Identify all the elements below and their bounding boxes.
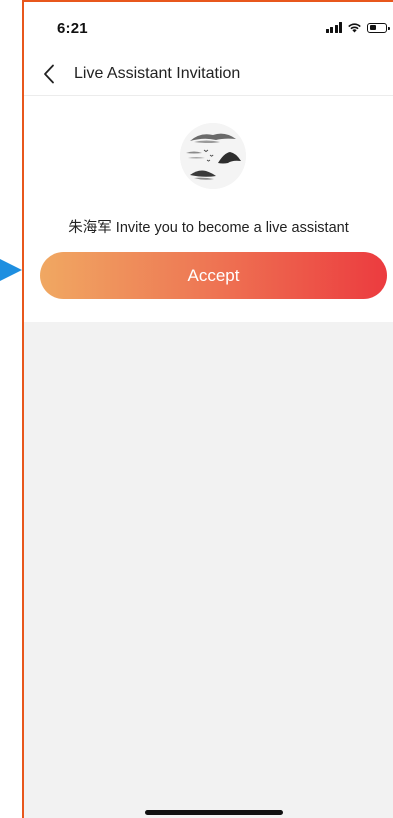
invitation-message: 朱海军 Invite you to become a live assistan… — [68, 220, 349, 236]
avatar — [180, 123, 246, 189]
empty-background — [24, 322, 393, 818]
phone-screen: 6:21 Live Assistant Invitation 朱海军 Invit… — [24, 2, 393, 818]
status-time: 6:21 — [57, 20, 88, 37]
home-indicator[interactable] — [145, 810, 283, 815]
status-bar: 6:21 — [24, 2, 393, 46]
wifi-icon — [348, 23, 361, 33]
pointer-arrow-icon — [0, 259, 22, 281]
screen: 6:21 Live Assistant Invitation 朱海军 Invit… — [0, 0, 393, 818]
signal-icon — [325, 22, 342, 33]
battery-icon — [367, 23, 390, 33]
accept-button[interactable]: Accept — [40, 252, 387, 299]
status-icons — [325, 22, 390, 33]
back-button[interactable] — [36, 60, 62, 88]
chevron-left-icon — [44, 64, 54, 84]
nav-bar: Live Assistant Invitation — [24, 52, 393, 96]
ink-landscape-avatar-icon — [180, 123, 246, 189]
invitation-card: 朱海军 Invite you to become a live assistan… — [24, 96, 393, 322]
page-title: Live Assistant Invitation — [74, 65, 241, 82]
